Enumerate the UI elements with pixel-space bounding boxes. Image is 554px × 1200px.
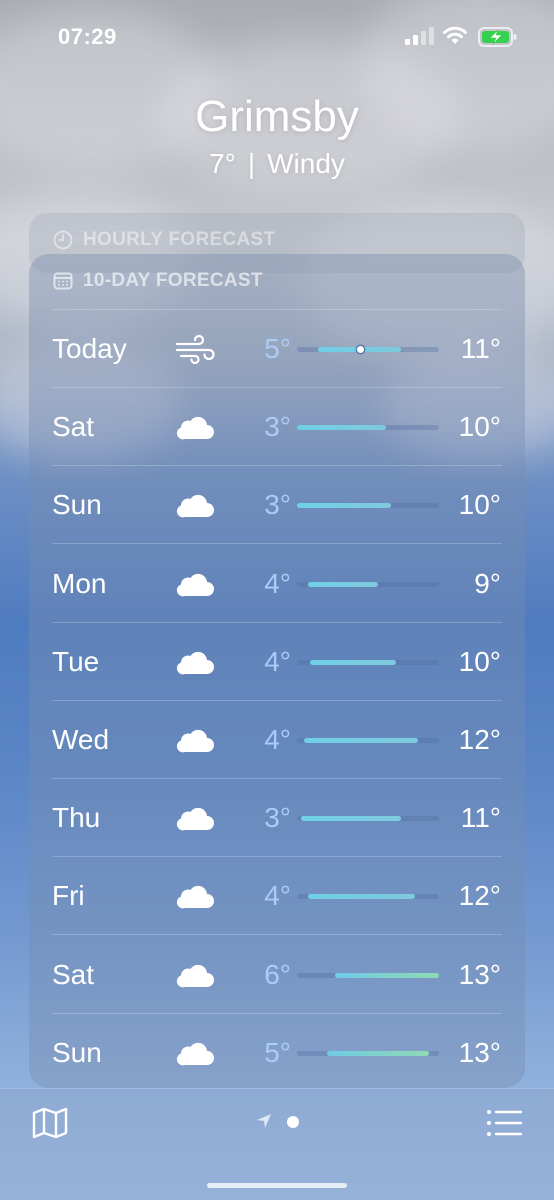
temperature-range-track: [297, 346, 439, 353]
cellular-signal-icon: [405, 27, 434, 45]
forecast-row[interactable]: Tue 4° 10°: [29, 623, 525, 701]
forecast-low: 4°: [264, 645, 291, 677]
status-bar: 07:29: [0, 0, 554, 70]
temperature-range-track: [297, 425, 439, 431]
forecast-row[interactable]: Sun 3° 10°: [29, 466, 525, 545]
battery-charging-icon: [478, 27, 517, 47]
forecast-low: 3°: [264, 411, 291, 443]
map-icon[interactable]: [32, 1107, 68, 1139]
temperature-range-bar: [304, 738, 418, 743]
temperature-range-track: [297, 503, 439, 509]
temperature-range-bar: [297, 503, 391, 509]
hourly-forecast-header: HOURLY FORECAST: [53, 229, 275, 251]
forecast-day: Sat: [52, 411, 95, 443]
forecast-row[interactable]: Wed 4° 12°: [29, 701, 525, 779]
bottom-toolbar: [0, 1088, 554, 1200]
forecast-row[interactable]: Mon 4° 9°: [29, 545, 525, 623]
temperature-range-track: [297, 894, 439, 900]
temperature-range-bar: [309, 659, 397, 665]
forecast-high: 12°: [458, 880, 501, 912]
forecast-day: Wed: [52, 724, 110, 755]
forecast-row[interactable]: Sat 6° 13°: [29, 936, 525, 1014]
cloud-icon: [175, 1038, 215, 1068]
temperature-range-bar: [326, 1050, 430, 1056]
forecast-low: 4°: [264, 724, 291, 755]
cloud-icon: [175, 881, 215, 911]
ten-day-forecast-title: 10-DAY FORECAST: [83, 270, 263, 291]
forecast-high: 12°: [458, 724, 501, 755]
list-icon[interactable]: [486, 1109, 522, 1137]
temperature-range-track: [297, 1050, 439, 1056]
cloud-icon: [175, 725, 215, 755]
page-indicator-dot[interactable]: [287, 1116, 299, 1128]
temperature-range-bar: [308, 581, 378, 587]
forecast-high: 13°: [458, 958, 501, 990]
city-name: Grimsby: [195, 92, 359, 141]
forecast-day: Today: [52, 333, 127, 364]
forecast-day: Tue: [52, 645, 100, 677]
forecast-high: 10°: [458, 411, 501, 443]
current-condition: Windy: [267, 148, 345, 179]
cloud-icon: [175, 647, 215, 677]
location-arrow-icon[interactable]: [256, 1113, 272, 1129]
forecast-low: 6°: [264, 958, 291, 990]
calendar-icon: [53, 272, 73, 290]
forecast-day: Sun: [52, 489, 102, 521]
forecast-high: 10°: [458, 489, 501, 521]
forecast-low: 3°: [264, 489, 291, 521]
forecast-low: 3°: [264, 802, 291, 834]
temperature-range-bar: [335, 972, 439, 978]
wifi-icon: [443, 26, 467, 44]
status-time: 07:29: [58, 24, 117, 49]
temperature-range-bar: [308, 894, 415, 900]
temperature-range-track: [297, 738, 439, 743]
cloud-icon: [175, 490, 215, 520]
current-temperature: 7°: [209, 148, 236, 179]
temperature-range-track: [297, 659, 439, 665]
forecast-high: 11°: [460, 802, 501, 834]
forecast-day: Thu: [52, 802, 101, 834]
ten-day-forecast-header: 10-DAY FORECAST: [53, 270, 263, 292]
temperature-range-track: [297, 816, 439, 822]
cloud-icon: [175, 569, 215, 599]
forecast-high: 10°: [458, 645, 501, 677]
temperature-range-track: [297, 581, 439, 587]
hourly-forecast-title: HOURLY FORECAST: [83, 229, 276, 250]
forecast-row[interactable]: Today 5° 11°: [29, 310, 525, 388]
forecast-row[interactable]: Sat 3° 10°: [29, 388, 525, 467]
forecast-day: Fri: [52, 880, 85, 912]
cloud-icon: [175, 803, 215, 833]
temperature-range-bar: [297, 425, 387, 431]
forecast-day: Sun: [52, 1036, 102, 1068]
current-conditions: 7° | Windy: [0, 148, 554, 180]
forecast-row[interactable]: Thu 3° 11°: [29, 779, 525, 858]
forecast-low: 5°: [264, 333, 291, 364]
forecast-row[interactable]: Fri 4° 12°: [29, 857, 525, 936]
cloud-icon: [175, 412, 215, 442]
temperature-range-bar: [301, 816, 401, 822]
conditions-separator: |: [247, 148, 256, 179]
clock-icon: [53, 230, 73, 250]
ten-day-forecast-card[interactable]: 10-DAY FORECAST Today 5° 11° Sat 3° 10° Sun 3° 1…: [29, 254, 525, 1088]
forecast-row[interactable]: Sun 5° 13°: [29, 1014, 525, 1092]
forecast-day: Sat: [52, 958, 95, 990]
forecast-low: 5°: [264, 1036, 291, 1068]
forecast-high: 11°: [460, 333, 501, 364]
forecast-low: 4°: [264, 567, 291, 599]
forecast-low: 4°: [264, 880, 291, 912]
home-indicator[interactable]: [207, 1183, 347, 1188]
forecast-high: 13°: [458, 1036, 501, 1068]
forecast-high: 9°: [474, 567, 501, 599]
temperature-range-track: [297, 972, 439, 978]
cloud-icon: [175, 960, 215, 990]
forecast-day: Mon: [52, 567, 107, 599]
wind-icon: [175, 334, 215, 365]
